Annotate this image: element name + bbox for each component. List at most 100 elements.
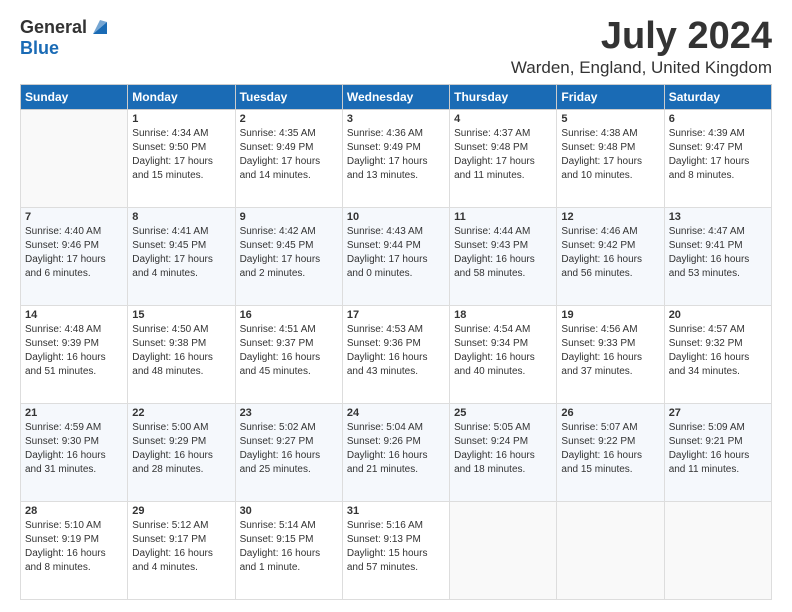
cell-text: Sunrise: 4:35 AMSunset: 9:49 PMDaylight:… xyxy=(240,128,321,181)
logo: General Blue xyxy=(20,16,111,59)
cell-text: Sunrise: 4:48 AMSunset: 9:39 PMDaylight:… xyxy=(25,324,106,377)
table-row: 31Sunrise: 5:16 AMSunset: 9:13 PMDayligh… xyxy=(342,501,449,599)
cell-text: Sunrise: 4:36 AMSunset: 9:49 PMDaylight:… xyxy=(347,128,428,181)
cell-text: Sunrise: 4:53 AMSunset: 9:36 PMDaylight:… xyxy=(347,324,428,377)
table-row: 22 Sunrise: 5:00 AMSunset: 9:29 PMDayligh… xyxy=(128,403,235,501)
cell-text: Sunrise: 5:00 AMSunset: 9:29 PMDaylight:… xyxy=(132,422,213,475)
day-number: 11 xyxy=(454,211,552,223)
cell-text: Sunrise: 4:41 AMSunset: 9:45 PMDaylight:… xyxy=(132,226,213,279)
table-row: 29Sunrise: 5:12 AMSunset: 9:17 PMDayligh… xyxy=(128,501,235,599)
cell-text: Sunrise: 4:56 AMSunset: 9:33 PMDaylight:… xyxy=(561,324,642,377)
cell-text: Sunrise: 4:59 AMSunset: 9:30 PMDaylight:… xyxy=(25,422,106,475)
logo-blue-text: Blue xyxy=(20,38,59,58)
cell-text: Sunrise: 4:42 AMSunset: 9:45 PMDaylight:… xyxy=(240,226,321,279)
table-row: 15 Sunrise: 4:50 AMSunset: 9:38 PMDayligh… xyxy=(128,305,235,403)
table-row: 1 Sunrise: 4:34 AMSunset: 9:50 PMDaylight… xyxy=(128,109,235,207)
col-monday: Monday xyxy=(128,84,235,109)
day-number: 1 xyxy=(132,113,230,125)
logo-general-text: General xyxy=(20,17,87,38)
table-row: 5 Sunrise: 4:38 AMSunset: 9:48 PMDaylight… xyxy=(557,109,664,207)
table-row: 20Sunrise: 4:57 AMSunset: 9:32 PMDayligh… xyxy=(664,305,771,403)
table-row: 16 Sunrise: 4:51 AMSunset: 9:37 PMDayligh… xyxy=(235,305,342,403)
table-row: 17Sunrise: 4:53 AMSunset: 9:36 PMDayligh… xyxy=(342,305,449,403)
day-number: 31 xyxy=(347,505,445,517)
day-number: 6 xyxy=(669,113,767,125)
day-number: 28 xyxy=(25,505,123,517)
table-row: 28 Sunrise: 5:10 AMSunset: 9:19 PMDayligh… xyxy=(21,501,128,599)
day-number: 7 xyxy=(25,211,123,223)
calendar-page: General Blue July 2024 Warden, England, … xyxy=(0,0,792,612)
day-number: 2 xyxy=(240,113,338,125)
logo-icon xyxy=(89,16,111,38)
table-row: 2 Sunrise: 4:35 AMSunset: 9:49 PMDaylight… xyxy=(235,109,342,207)
table-row: 13 Sunrise: 4:47 AMSunset: 9:41 PMDayligh… xyxy=(664,207,771,305)
day-number: 15 xyxy=(132,309,230,321)
cell-text: Sunrise: 4:43 AMSunset: 9:44 PMDaylight:… xyxy=(347,226,428,279)
table-row xyxy=(450,501,557,599)
calendar-header-row: Sunday Monday Tuesday Wednesday Thursday… xyxy=(21,84,772,109)
table-row xyxy=(21,109,128,207)
day-number: 13 xyxy=(669,211,767,223)
day-number: 12 xyxy=(561,211,659,223)
cell-text: Sunrise: 4:34 AMSunset: 9:50 PMDaylight:… xyxy=(132,128,213,181)
table-row: 6 Sunrise: 4:39 AMSunset: 9:47 PMDaylight… xyxy=(664,109,771,207)
cell-text: Sunrise: 4:57 AMSunset: 9:32 PMDaylight:… xyxy=(669,324,750,377)
cell-text: Sunrise: 4:51 AMSunset: 9:37 PMDaylight:… xyxy=(240,324,321,377)
cell-text: Sunrise: 5:02 AMSunset: 9:27 PMDaylight:… xyxy=(240,422,321,475)
day-number: 26 xyxy=(561,407,659,419)
table-row: 7Sunrise: 4:40 AMSunset: 9:46 PMDaylight… xyxy=(21,207,128,305)
calendar-table: Sunday Monday Tuesday Wednesday Thursday… xyxy=(20,84,772,600)
day-number: 24 xyxy=(347,407,445,419)
cell-text: Sunrise: 4:38 AMSunset: 9:48 PMDaylight:… xyxy=(561,128,642,181)
col-saturday: Saturday xyxy=(664,84,771,109)
table-row: 8 Sunrise: 4:41 AMSunset: 9:45 PMDaylight… xyxy=(128,207,235,305)
table-row: 23 Sunrise: 5:02 AMSunset: 9:27 PMDayligh… xyxy=(235,403,342,501)
table-row: 3 Sunrise: 4:36 AMSunset: 9:49 PMDaylight… xyxy=(342,109,449,207)
table-row: 10 Sunrise: 4:43 AMSunset: 9:44 PMDayligh… xyxy=(342,207,449,305)
calendar-week-row: 21 Sunrise: 4:59 AMSunset: 9:30 PMDayligh… xyxy=(21,403,772,501)
day-number: 4 xyxy=(454,113,552,125)
day-number: 22 xyxy=(132,407,230,419)
day-number: 27 xyxy=(669,407,767,419)
day-number: 25 xyxy=(454,407,552,419)
header: General Blue July 2024 Warden, England, … xyxy=(20,16,772,78)
table-row: 19 Sunrise: 4:56 AMSunset: 9:33 PMDayligh… xyxy=(557,305,664,403)
day-number: 3 xyxy=(347,113,445,125)
day-number: 8 xyxy=(132,211,230,223)
calendar-week-row: 14 Sunrise: 4:48 AMSunset: 9:39 PMDayligh… xyxy=(21,305,772,403)
table-row: 9Sunrise: 4:42 AMSunset: 9:45 PMDaylight… xyxy=(235,207,342,305)
col-wednesday: Wednesday xyxy=(342,84,449,109)
day-number: 21 xyxy=(25,407,123,419)
cell-text: Sunrise: 5:10 AMSunset: 9:19 PMDaylight:… xyxy=(25,520,106,573)
table-row: 24 Sunrise: 5:04 AMSunset: 9:26 PMDayligh… xyxy=(342,403,449,501)
calendar-week-row: 1 Sunrise: 4:34 AMSunset: 9:50 PMDaylight… xyxy=(21,109,772,207)
subtitle: Warden, England, United Kingdom xyxy=(511,58,772,78)
cell-text: Sunrise: 5:04 AMSunset: 9:26 PMDaylight:… xyxy=(347,422,428,475)
table-row: 25 Sunrise: 5:05 AMSunset: 9:24 PMDayligh… xyxy=(450,403,557,501)
cell-text: Sunrise: 4:50 AMSunset: 9:38 PMDaylight:… xyxy=(132,324,213,377)
col-sunday: Sunday xyxy=(21,84,128,109)
table-row: 14 Sunrise: 4:48 AMSunset: 9:39 PMDayligh… xyxy=(21,305,128,403)
day-number: 10 xyxy=(347,211,445,223)
table-row xyxy=(664,501,771,599)
day-number: 14 xyxy=(25,309,123,321)
day-number: 29 xyxy=(132,505,230,517)
cell-text: Sunrise: 4:47 AMSunset: 9:41 PMDaylight:… xyxy=(669,226,750,279)
col-friday: Friday xyxy=(557,84,664,109)
cell-text: Sunrise: 4:44 AMSunset: 9:43 PMDaylight:… xyxy=(454,226,535,279)
cell-text: Sunrise: 4:39 AMSunset: 9:47 PMDaylight:… xyxy=(669,128,750,181)
calendar-week-row: 28 Sunrise: 5:10 AMSunset: 9:19 PMDayligh… xyxy=(21,501,772,599)
table-row: 26Sunrise: 5:07 AMSunset: 9:22 PMDayligh… xyxy=(557,403,664,501)
day-number: 19 xyxy=(561,309,659,321)
col-thursday: Thursday xyxy=(450,84,557,109)
cell-text: Sunrise: 5:05 AMSunset: 9:24 PMDaylight:… xyxy=(454,422,535,475)
table-row: 12Sunrise: 4:46 AMSunset: 9:42 PMDayligh… xyxy=(557,207,664,305)
main-title: July 2024 xyxy=(511,16,772,58)
table-row: 18Sunrise: 4:54 AMSunset: 9:34 PMDayligh… xyxy=(450,305,557,403)
day-number: 30 xyxy=(240,505,338,517)
table-row: 30Sunrise: 5:14 AMSunset: 9:15 PMDayligh… xyxy=(235,501,342,599)
day-number: 5 xyxy=(561,113,659,125)
day-number: 16 xyxy=(240,309,338,321)
day-number: 23 xyxy=(240,407,338,419)
table-row: 11 Sunrise: 4:44 AMSunset: 9:43 PMDayligh… xyxy=(450,207,557,305)
